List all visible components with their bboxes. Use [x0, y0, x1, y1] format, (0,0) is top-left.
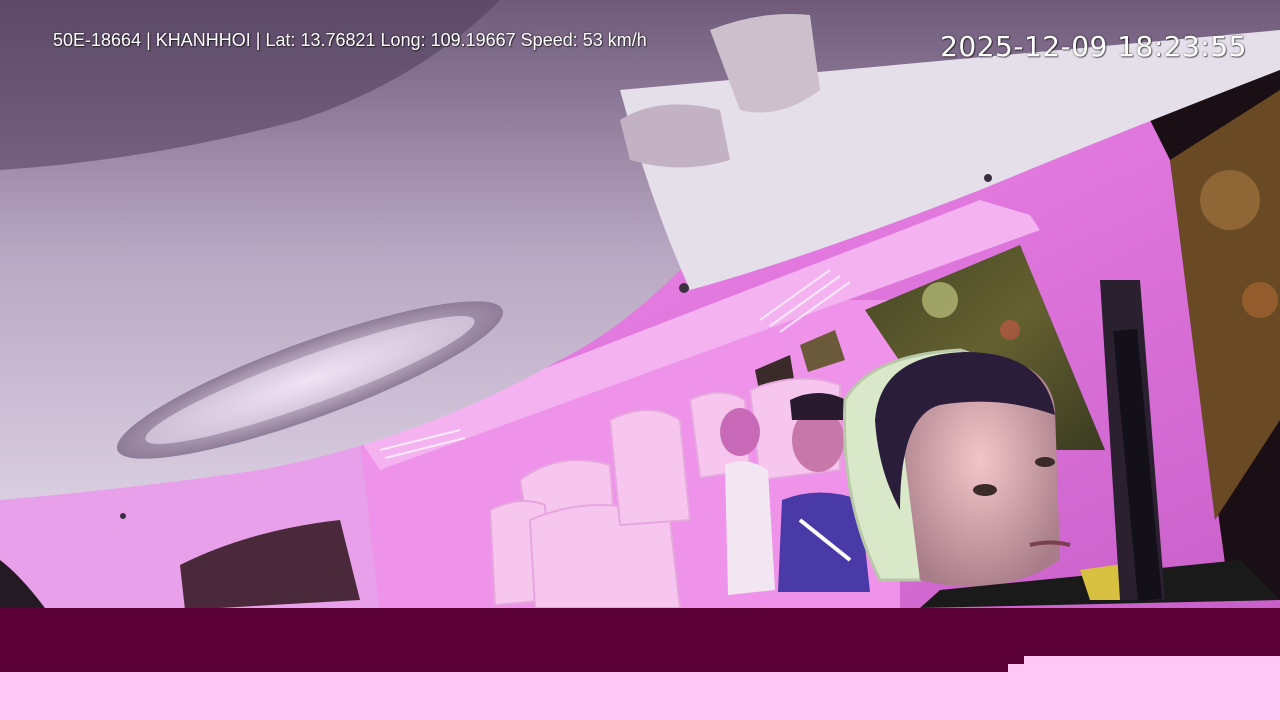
dashcam-frame: 50E-18664 | KHANHHOI | Lat: 13.76821 Lon…: [0, 0, 1280, 720]
recording-timestamp: 2025-12-09 18:23:55: [940, 30, 1247, 63]
cabin-camera-image: [0, 0, 1280, 720]
vehicle-gps-info: 50E-18664 | KHANHHOI | Lat: 13.76821 Lon…: [53, 30, 647, 50]
